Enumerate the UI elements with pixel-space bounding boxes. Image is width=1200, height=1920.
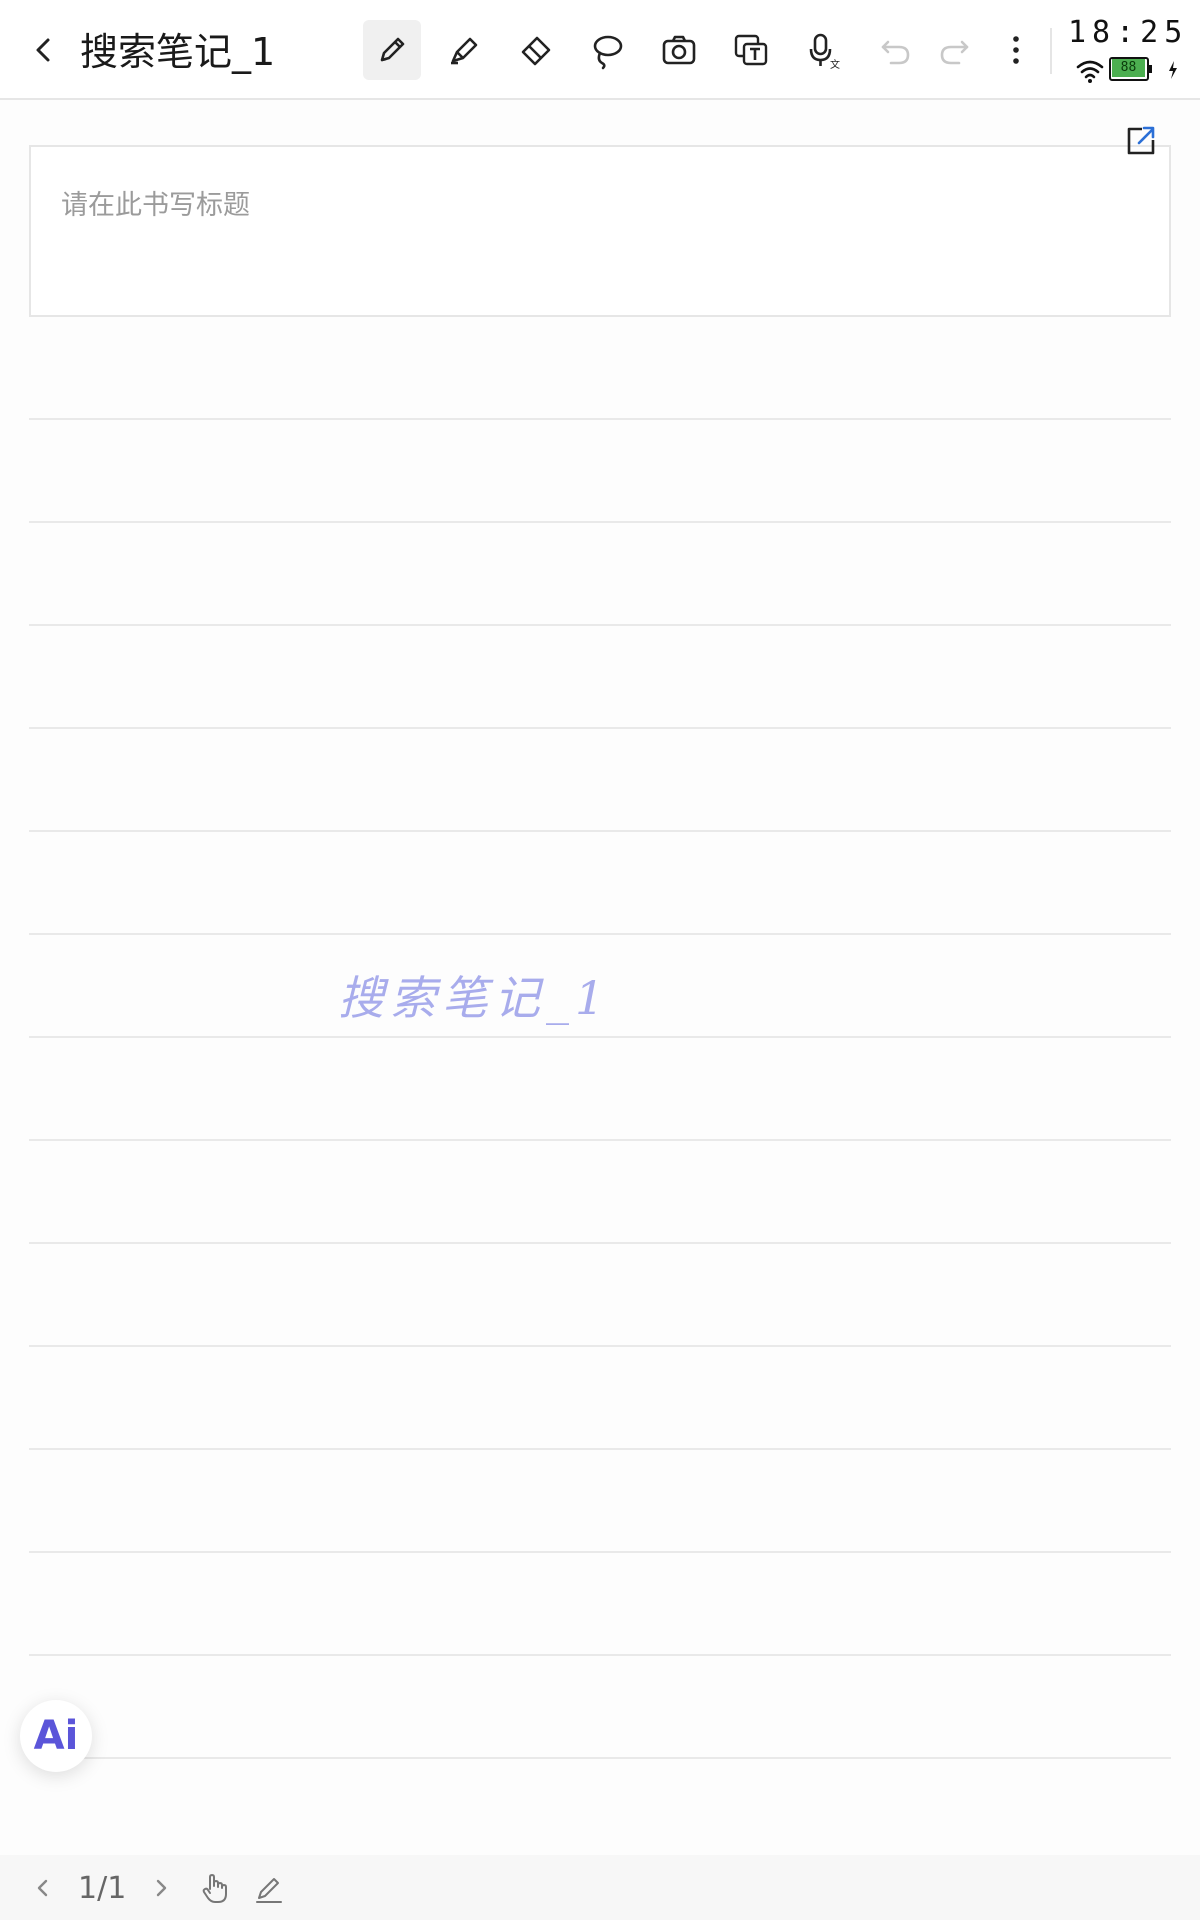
status-clock: 18:25 — [1068, 15, 1189, 50]
redo-button[interactable] — [926, 20, 984, 80]
battery-level: 88 — [1112, 59, 1145, 77]
more-options-button[interactable] — [987, 20, 1045, 80]
ocr-text-icon — [734, 34, 768, 66]
back-button[interactable] — [22, 28, 66, 72]
voice-input-button[interactable]: 文 — [794, 20, 852, 80]
ruled-line — [29, 1757, 1171, 1759]
chevron-left-icon — [36, 38, 50, 62]
eraser-tool-button[interactable] — [507, 20, 565, 80]
ruled-line — [29, 830, 1171, 832]
highlighter-icon — [451, 37, 478, 65]
note-page[interactable]: 请在此书写标题 搜索笔记_1 — [0, 100, 1200, 1855]
pen-tool-button[interactable] — [363, 20, 421, 80]
ruled-line — [29, 1036, 1171, 1038]
pen-mode-icon — [256, 1878, 282, 1903]
eraser-icon — [521, 36, 551, 66]
lasso-tool-button[interactable] — [578, 20, 636, 80]
microphone-icon: 文 — [809, 33, 840, 70]
next-page-button[interactable] — [144, 1871, 178, 1905]
camera-tool-button[interactable] — [650, 20, 708, 80]
hand-mode-button[interactable] — [198, 1871, 232, 1905]
ruled-line — [29, 933, 1171, 935]
toolbar-divider — [1050, 28, 1052, 74]
more-vertical-icon — [1013, 36, 1019, 64]
redo-icon — [940, 40, 969, 65]
hand-mode-icon — [202, 1874, 227, 1903]
chevron-left-icon — [37, 1879, 48, 1897]
ruled-line — [29, 521, 1171, 523]
ai-assistant-button[interactable]: Ai — [20, 1700, 92, 1772]
charging-icon — [1169, 61, 1177, 79]
title-input-box[interactable]: 请在此书写标题 — [29, 145, 1171, 317]
pen-mode-button[interactable] — [252, 1871, 286, 1905]
ruled-line — [29, 1345, 1171, 1347]
ruled-line — [29, 418, 1171, 420]
note-title[interactable]: 搜索笔记_1 — [80, 28, 275, 76]
ruled-line — [29, 1551, 1171, 1553]
ruled-line — [29, 727, 1171, 729]
title-placeholder: 请在此书写标题 — [61, 190, 250, 221]
chevron-right-icon — [156, 1879, 167, 1897]
page-indicator: 1/1 — [78, 1871, 127, 1906]
bottom-bar: 1/1 — [0, 1855, 1200, 1920]
highlighter-tool-button[interactable] — [435, 20, 493, 80]
svg-text:文: 文 — [830, 58, 840, 70]
top-toolbar: 搜索笔记_1 文 18:25 88 — [0, 0, 1200, 100]
ocr-text-tool-button[interactable] — [722, 20, 780, 80]
status-icons: 88 — [1075, 56, 1193, 84]
undo-icon — [881, 40, 910, 65]
ruled-line — [29, 1654, 1171, 1656]
ai-label: Ai — [33, 1713, 79, 1759]
wifi-icon — [1076, 60, 1104, 83]
export-icon — [1127, 126, 1155, 155]
ruled-line — [29, 1448, 1171, 1450]
ruled-line — [29, 624, 1171, 626]
export-button[interactable] — [1120, 120, 1160, 160]
undo-button[interactable] — [866, 20, 924, 80]
ruled-line — [29, 1242, 1171, 1244]
handwritten-text[interactable]: 搜索笔记_1 — [338, 962, 610, 1028]
camera-icon — [662, 35, 696, 65]
prev-page-button[interactable] — [26, 1871, 60, 1905]
pen-icon — [380, 37, 405, 62]
ruled-line — [29, 1139, 1171, 1141]
lasso-icon — [593, 35, 623, 70]
